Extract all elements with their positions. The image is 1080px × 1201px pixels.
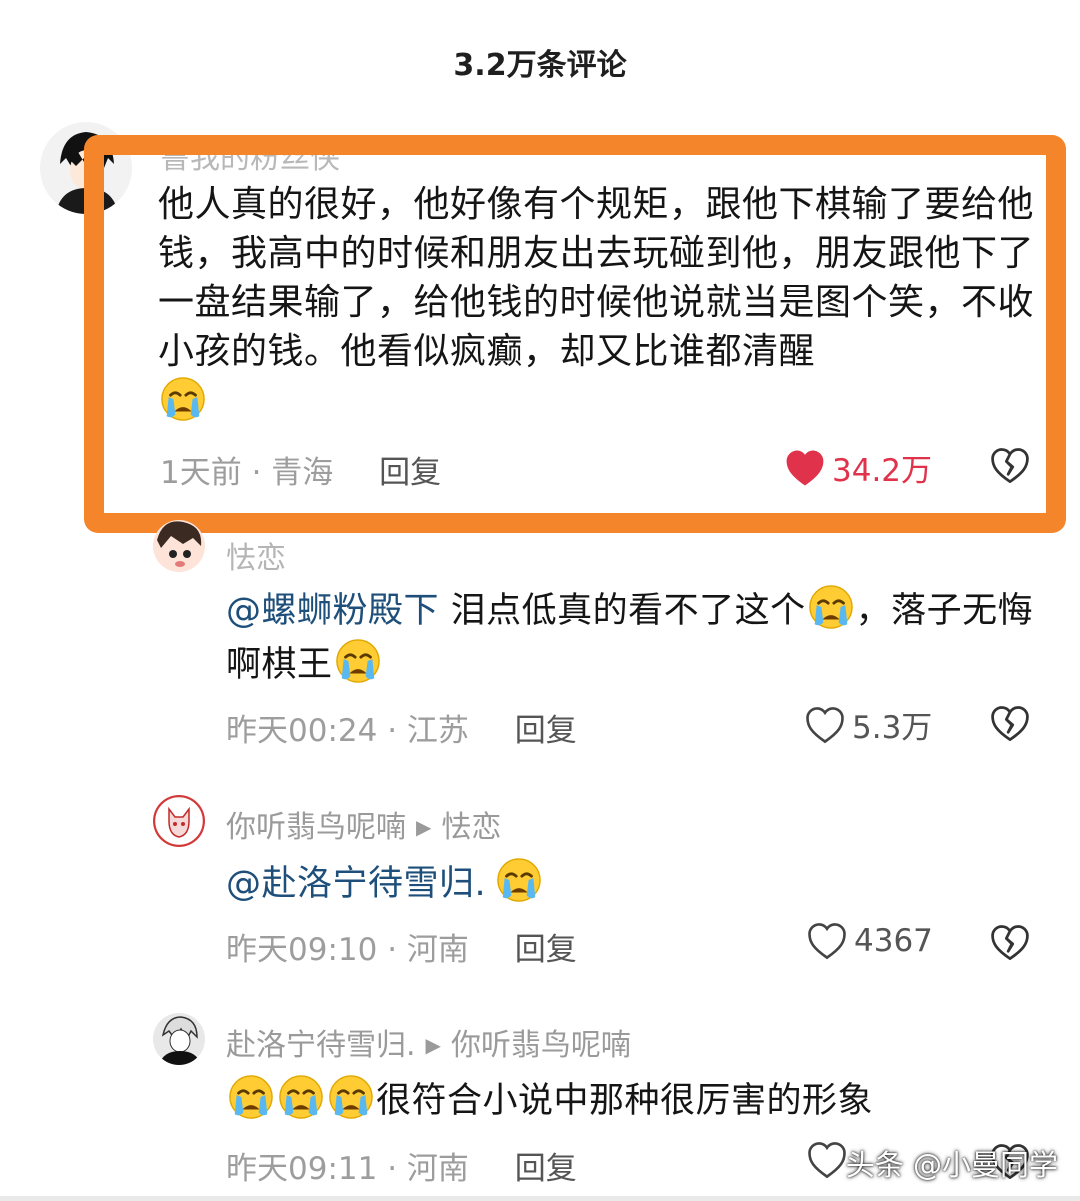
- crying-emoji-icon: [228, 1074, 274, 1120]
- crying-emoji-icon: [278, 1074, 324, 1120]
- crying-emoji-icon: [328, 1074, 374, 1120]
- comment-meta: 昨天00:24 · 江苏 回复: [226, 705, 577, 750]
- reply-button[interactable]: 回复: [515, 932, 577, 968]
- comment-text: @赴洛宁待雪归.: [226, 857, 1036, 911]
- reply-button[interactable]: 回复: [515, 713, 577, 749]
- mention-link[interactable]: @螺蛳粉殿下: [226, 591, 439, 631]
- comment-username: 你听翡鸟呢喃 ▶ 怯恋: [226, 802, 501, 846]
- crying-emoji-icon: [496, 857, 542, 903]
- comments-count-title: 3.2万条评论: [453, 48, 627, 83]
- like-button[interactable]: 4367: [806, 921, 933, 961]
- triangle-arrow-icon: ▶: [425, 1033, 441, 1057]
- comment-meta: 昨天09:11 · 河南 回复: [226, 1143, 577, 1188]
- reply-button[interactable]: 回复: [515, 1151, 577, 1187]
- avatar-image: [153, 1013, 205, 1065]
- heart-icon: [808, 923, 846, 960]
- comment-time-location: 昨天09:10 · 河南: [226, 932, 469, 968]
- like-button[interactable]: 5.3万: [804, 702, 932, 747]
- comment-text: @螺蛳粉殿下 泪点低真的看不了这个 ，落子无悔啊棋王: [226, 584, 1036, 692]
- comment-username: 赴洛宁待雪归. ▶ 你听翡鸟呢喃: [226, 1020, 631, 1064]
- highlight-frame: [84, 135, 1066, 533]
- crying-emoji-icon: [808, 584, 854, 630]
- like-button[interactable]: [806, 1140, 848, 1180]
- heart-icon: [808, 1142, 846, 1179]
- comment-text-content: 很符合小说中那种很厉害的形象: [376, 1081, 874, 1121]
- like-count: 5.3万: [852, 710, 933, 746]
- triangle-arrow-icon: ▶: [416, 815, 432, 839]
- broken-heart-icon[interactable]: [988, 702, 1032, 746]
- avatar[interactable]: [153, 795, 205, 847]
- heart-icon: [806, 706, 844, 743]
- reply-target[interactable]: 你听翡鸟呢喃: [451, 1028, 631, 1063]
- comment-text-part: 泪点低真的看不了这个: [439, 591, 806, 631]
- comment-meta: 昨天09:10 · 河南 回复: [226, 924, 577, 969]
- comment-text: 很符合小说中那种很厉害的形象: [226, 1074, 1036, 1128]
- avatar[interactable]: [153, 520, 205, 572]
- reply-author[interactable]: 赴洛宁待雪归.: [226, 1028, 416, 1063]
- avatar[interactable]: [153, 1013, 205, 1065]
- reply-target[interactable]: 怯恋: [441, 810, 501, 845]
- reply-author[interactable]: 你听翡鸟呢喃: [226, 810, 406, 845]
- crying-emoji-icon: [335, 638, 381, 684]
- avatar-image: [153, 520, 205, 572]
- mention-link[interactable]: @赴洛宁待雪归.: [226, 864, 486, 904]
- comment-username[interactable]: 怯恋: [226, 533, 286, 577]
- comment-time-location: 昨天09:11 · 河南: [226, 1151, 469, 1187]
- comment-time-location: 昨天00:24 · 江苏: [226, 713, 469, 749]
- like-count: 4367: [854, 923, 933, 959]
- bottom-divider: [0, 1196, 1080, 1201]
- avatar-image: [153, 795, 205, 847]
- watermark: 头条 @小曼同学: [845, 1148, 1058, 1182]
- broken-heart-icon[interactable]: [988, 921, 1032, 965]
